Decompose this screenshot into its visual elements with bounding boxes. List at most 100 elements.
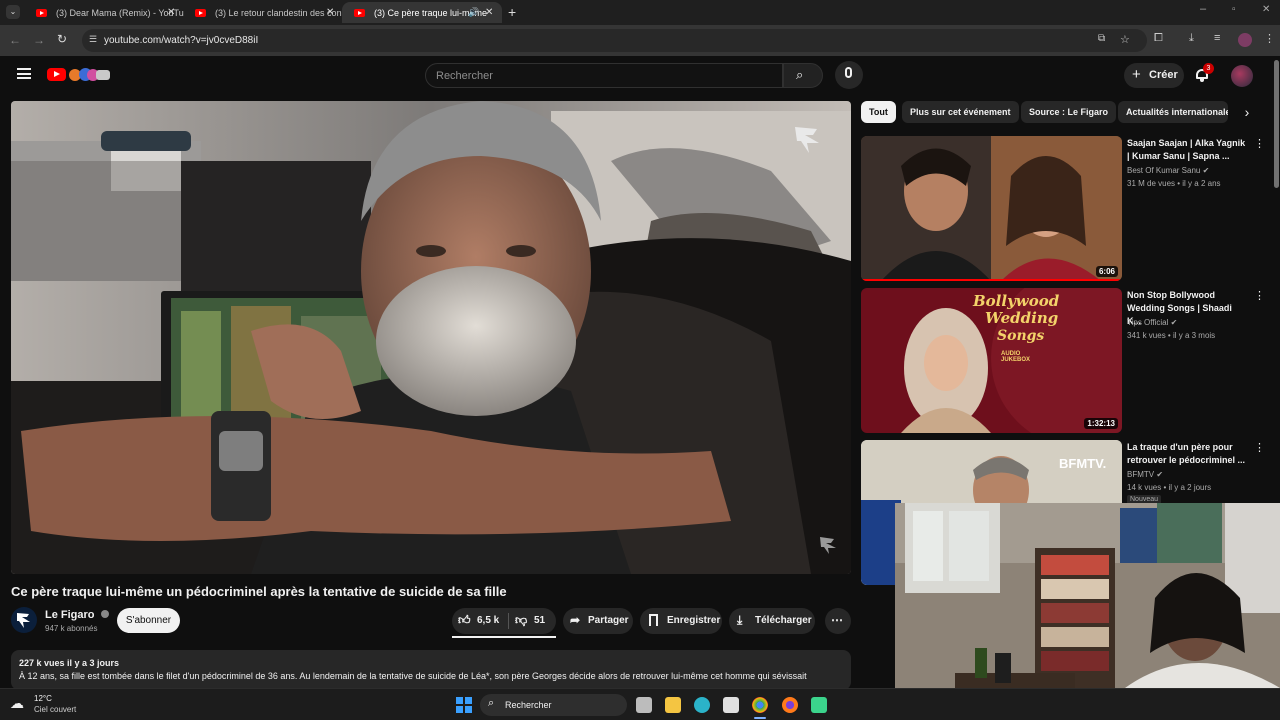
search-button[interactable]: ⌕ [783,63,823,88]
tab-list-dropdown-icon[interactable]: ⌄ [6,5,20,19]
browser-tab[interactable]: (3) Dear Mama (Remix) - YouTub ✕ [24,2,184,23]
verified-badge-icon: ✔ [1170,318,1178,327]
site-info-icon[interactable]: ☰ [89,34,97,45]
more-options-icon[interactable]: ⋮ [1254,441,1265,454]
like-button[interactable]: 👍︎ 6,5 k [452,608,508,634]
store-icon[interactable] [723,697,739,713]
save-button[interactable]: Enregistrer [640,608,722,634]
chip-all[interactable]: Tout [861,101,896,123]
chrome-icon[interactable] [752,697,768,713]
like-dislike-group: 👍︎ 6,5 k 👎︎ 51 [452,608,556,634]
task-view-icon[interactable] [636,697,652,713]
install-app-icon[interactable]: ⧉ [1098,33,1105,44]
streamer-webcam-overlay [895,503,1280,688]
download-arrow-icon: ⤓ [737,613,743,627]
windows-taskbar: ☁ 12°C Ciel couvert ⌕ Rechercher [0,688,1280,720]
share-button[interactable]: ➦ Partager [563,608,633,634]
bookmark-star-icon[interactable]: ☆ [1120,33,1130,46]
recommendation-channel[interactable]: Best Of Kumar Sanu ✔ [1127,164,1209,177]
video-duration: 6:06 [1095,266,1118,277]
share-icon: ➦ [570,613,581,627]
forward-icon[interactable]: → [33,33,45,47]
webcam-frame [895,503,1280,688]
thumbnail-title-text: Bollywood [973,292,1060,310]
more-actions-button[interactable]: ⋯ [825,608,851,634]
browser-tab[interactable]: (3) Le retour clandestin des con ✕ [183,2,343,23]
close-tab-icon[interactable]: ✕ [167,7,175,18]
create-button[interactable]: + Créer [1124,63,1184,88]
plus-icon: + [1132,66,1141,83]
recommendation-views-date: 31 M de vues • il y a 2 ans [1127,179,1221,188]
address-bar[interactable]: ☰ youtube.com/watch?v=jv0cveD88iI ⧉ ☆ [82,29,1147,52]
like-ratio-bar [452,636,556,638]
back-icon[interactable]: ← [9,33,21,47]
taskbar-search-box[interactable]: ⌕ Rechercher [480,694,627,716]
active-app-indicator [754,717,766,719]
more-options-icon[interactable]: ⋮ [1254,289,1265,302]
extensions-icon[interactable]: ⧠ [1154,32,1163,45]
video-player[interactable] [11,101,851,574]
profile-avatar[interactable] [1238,33,1252,47]
file-explorer-icon[interactable] [665,697,681,713]
recommendation-title[interactable]: Saajan Saajan | Alka Yagnik | Kumar Sanu… [1127,137,1247,163]
video-title: Ce père traque lui-même un pédocriminel … [11,584,507,599]
video-thumbnail[interactable]: Bollywood Wedding Songs AUDIO JUKEBOX 1:… [861,288,1122,433]
verified-badge-icon: ✔ [1156,470,1164,479]
subscriber-count: 947 k abonnés [45,624,98,633]
verified-badge-icon: ✔ [1202,166,1210,175]
video-frame [11,101,851,574]
channel-name[interactable]: Le Figaro [45,609,109,621]
close-tab-icon[interactable]: ✕ [485,7,493,18]
youtube-logo[interactable] [47,67,113,83]
page-scrollbar[interactable] [1274,60,1279,188]
firefox-icon[interactable] [782,697,798,713]
chip-international-news[interactable]: Actualités internationale [1118,101,1228,123]
chip-source[interactable]: Source : Le Figaro [1021,101,1117,123]
close-tab-icon[interactable]: ✕ [326,7,334,18]
recommendation-channel[interactable]: Tips Official ✔ [1127,316,1177,329]
weather-widget[interactable]: ☁ 12°C Ciel couvert [10,693,100,717]
video-thumbnail[interactable]: 6:06 [861,136,1122,281]
minimize-icon[interactable]: – [1200,3,1206,15]
thumbnail-jukebox-text: AUDIO JUKEBOX [1001,351,1031,363]
chips-next-icon[interactable]: › [1236,101,1258,123]
edge-icon[interactable] [694,697,710,713]
app-icon[interactable] [811,697,827,713]
start-button[interactable] [456,697,472,713]
verified-badge-icon [100,610,109,618]
channel-watermark-logo [793,123,825,155]
recommendation-views-date: 341 k vues • il y a 3 mois [1127,331,1216,340]
download-button[interactable]: ⤓ Télécharger [729,608,815,634]
media-icon[interactable]: ≡ [1214,32,1220,44]
view-count-date: 227 k vues il y a 3 jours [19,658,120,668]
microphone-icon [845,67,852,78]
notifications-bell-icon[interactable]: 3 [1195,63,1214,82]
more-options-icon[interactable]: ⋮ [1254,137,1265,150]
new-tab-icon[interactable]: + [508,4,516,20]
voice-search-button[interactable] [835,61,863,89]
menu-kebab-icon[interactable]: ⋮ [1264,32,1275,45]
restore-icon[interactable]: ▫ [1232,4,1236,15]
chip-more-event[interactable]: Plus sur cet événement [902,101,1019,123]
close-window-icon[interactable]: ✕ [1262,4,1270,15]
search-input[interactable]: Rechercher [425,63,783,88]
description-box[interactable]: 227 k vues il y a 3 jours À 12 ans, sa f… [11,650,851,690]
recommendation-views-date: 14 k vues • il y a 2 jours [1127,483,1212,492]
recommendation-title[interactable]: La traque d'un père pour retrouver le pé… [1127,441,1247,467]
hamburger-menu-icon[interactable] [17,68,31,79]
account-avatar[interactable] [1231,65,1253,87]
speaker-icon[interactable]: 🔊 [468,7,479,18]
channel-avatar[interactable] [11,607,37,633]
browser-tab-active[interactable]: (3) Ce père traque lui-même 🔊 ✕ [342,2,502,23]
thumb-down-icon: 👎︎ [515,613,528,627]
reload-icon[interactable]: ↻ [57,32,67,46]
recommendation-channel[interactable]: BFMTV ✔ [1127,468,1163,481]
youtube-favicon-icon [195,9,206,17]
download-icon[interactable]: ⤓ [1189,32,1194,45]
bfmtv-logo-text: BFMTV. [1059,456,1107,471]
weather-cloud-icon: ☁ [10,695,24,711]
dislike-button[interactable]: 👎︎ 51 [509,608,556,634]
thumbnail-image [861,136,1122,281]
thumbnail-songs-text: Songs [997,328,1045,344]
subscribe-button[interactable]: S'abonner [117,608,180,633]
